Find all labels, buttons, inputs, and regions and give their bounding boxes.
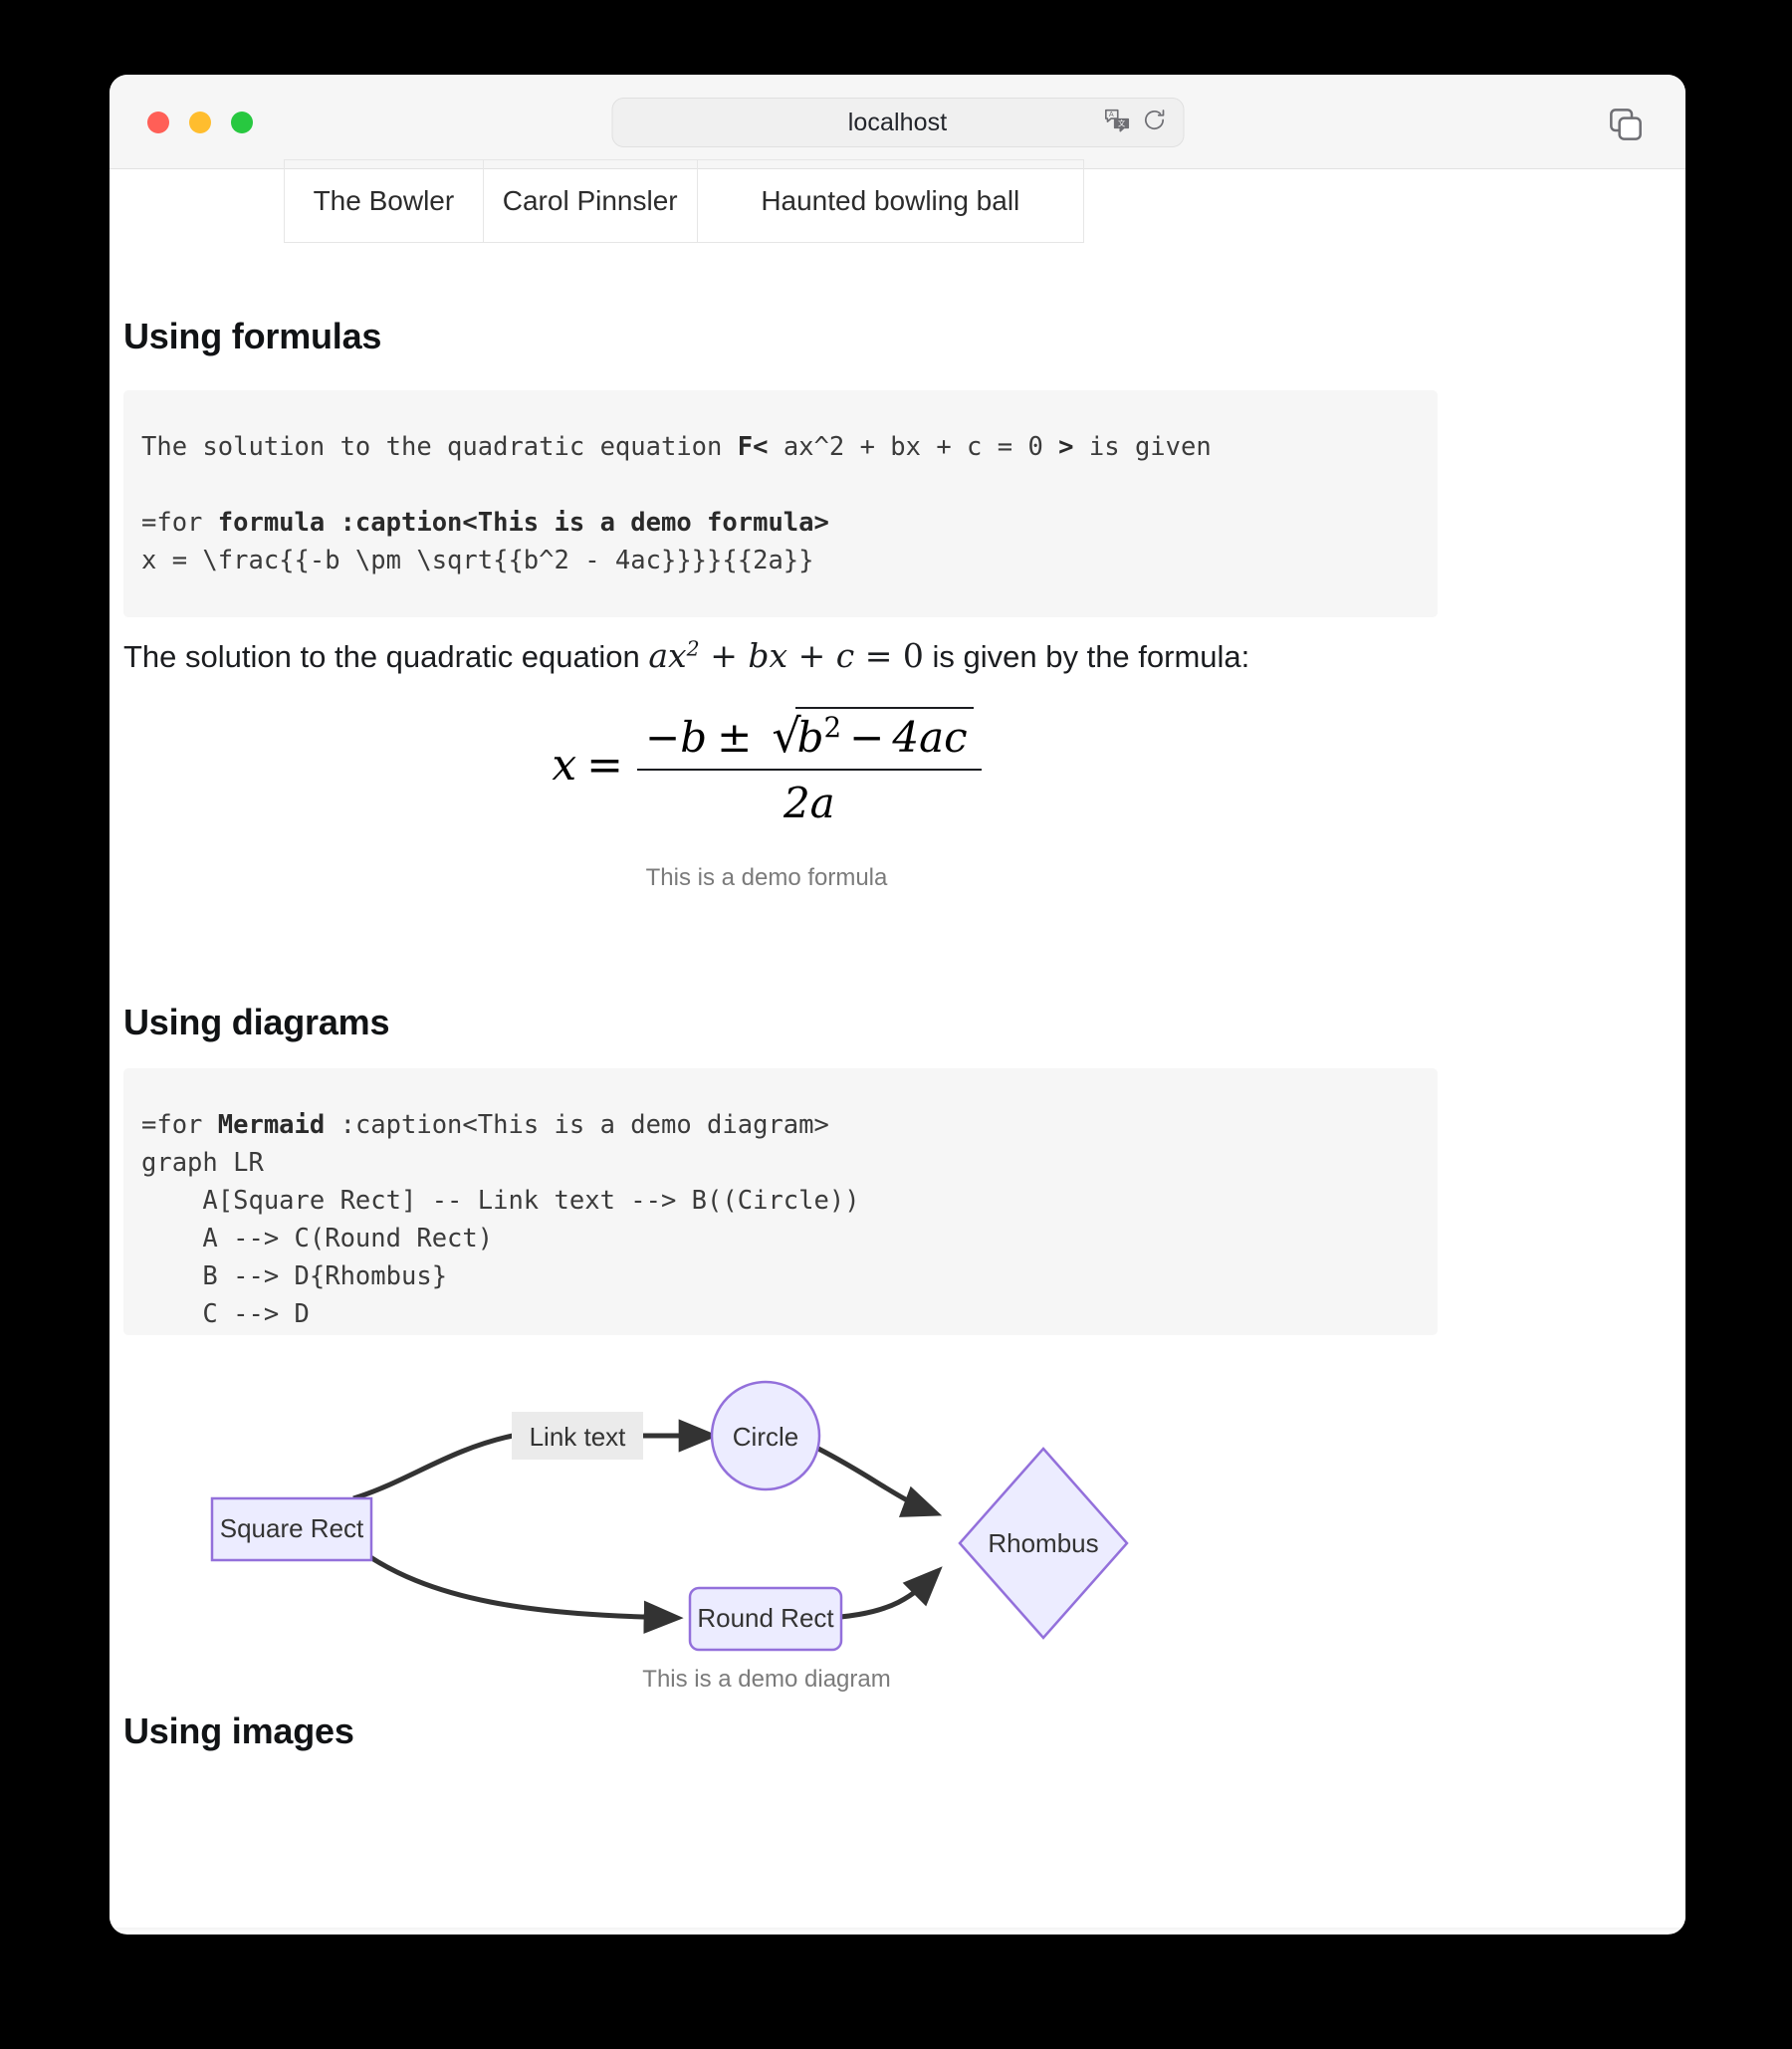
code-text: =for — [141, 508, 218, 538]
edge-label-text: Link text — [530, 1422, 627, 1452]
diagram-node-label: Round Rect — [697, 1603, 834, 1633]
formula-equals-sign: = — [586, 739, 624, 791]
formula-numerator: −b ± √b2−4ac — [637, 702, 982, 769]
formula-minus-b: −b — [645, 713, 708, 762]
code-text: =for — [141, 1110, 218, 1140]
code-text: C --> D — [141, 1299, 310, 1329]
table-row: The Bowler Carol Pinnsler Haunted bowlin… — [284, 159, 1085, 243]
paragraph-prefix: The solution to the quadratic equation — [123, 639, 649, 674]
address-bar-icons: A 文 — [1103, 107, 1167, 139]
inline-math-bx: bx — [748, 636, 788, 675]
formula-sqrt-b: b — [796, 713, 824, 762]
close-window-button[interactable] — [147, 112, 169, 133]
formula-sqrt: √b2−4ac — [772, 702, 974, 763]
bottom-scroll-shadow — [110, 1928, 1685, 1934]
minimize-window-button[interactable] — [189, 112, 211, 133]
table-fragment: The Bowler Carol Pinnsler Haunted bowlin… — [284, 159, 1085, 243]
url-text: localhost — [847, 108, 948, 136]
svg-text:A: A — [1108, 110, 1113, 118]
caption-formula: This is a demo formula — [645, 864, 888, 891]
table-cell-person: Carol Pinnsler — [482, 159, 698, 243]
heading-using-formulas: Using formulas — [123, 316, 382, 356]
reload-icon[interactable] — [1141, 108, 1167, 138]
address-bar[interactable]: localhost A 文 — [611, 98, 1184, 147]
code-bold-directive: formula :caption<This is a demo formula> — [217, 508, 829, 538]
edge-square-to-circle-left — [352, 1433, 514, 1501]
code-text: B --> D{Rhombus} — [141, 1261, 448, 1291]
formula-sqrt-minus: − — [849, 713, 885, 762]
code-bold-fclose: > — [1058, 432, 1074, 462]
diagram-edge-label: Link text — [512, 1412, 643, 1460]
edge-square-to-roundrect — [351, 1543, 684, 1634]
code-text: A[Square Rect] -- Link text --> B((Circl… — [141, 1186, 860, 1216]
inline-math-plus1: + — [710, 636, 738, 675]
browser-titlebar: localhost A 文 — [110, 75, 1685, 169]
formula-denominator: 2a — [783, 779, 835, 827]
table-cell-description: Haunted bowling ball — [696, 159, 1085, 243]
diagram-node-square-rect[interactable]: Square Rect — [210, 1496, 373, 1562]
heading-using-images: Using images — [123, 1710, 354, 1751]
code-text: ax^2 + bx + c = 0 — [768, 432, 1059, 462]
inline-math-plus2: + — [797, 636, 826, 675]
code-text: is given — [1073, 432, 1212, 462]
formula-lhs-x: x — [552, 739, 577, 791]
mermaid-diagram: Square Rect Circle Round Rect Rhombus Li… — [110, 1354, 1424, 1658]
diagram-node-label: Square Rect — [220, 1513, 364, 1543]
paragraph-suffix: is given by the formula: — [923, 639, 1250, 674]
code-text: graph LR — [141, 1148, 264, 1178]
mermaid-code-block: =for Mermaid :caption<This is a demo dia… — [123, 1068, 1438, 1335]
tabs-overview-icon[interactable] — [1606, 105, 1646, 144]
formula-sqrt-b-exponent: 2 — [823, 711, 842, 744]
table-cell-name: The Bowler — [284, 159, 484, 243]
diagram-node-circle[interactable]: Circle — [710, 1380, 821, 1491]
heading-using-diagrams: Using diagrams — [123, 1002, 390, 1042]
code-text: A --> C(Round Rect) — [141, 1224, 494, 1253]
page-content: The Bowler Carol Pinnsler Haunted bowlin… — [110, 159, 1685, 1934]
diagram-node-rhombus[interactable]: Rhombus — [958, 1447, 1129, 1640]
diagram-node-label: Circle — [733, 1422, 798, 1452]
formula-plus-minus: ± — [717, 713, 753, 762]
inline-math-c: c — [835, 636, 855, 675]
formula-code-block: The solution to the quadratic equation F… — [123, 390, 1438, 617]
formula-sqrt-4ac: 4ac — [892, 713, 968, 762]
maximize-window-button[interactable] — [231, 112, 253, 133]
browser-window: localhost A 文 The Bowler Carol Pinnsler … — [110, 75, 1685, 1935]
code-text: :caption<This is a demo diagram> — [325, 1110, 829, 1140]
inline-math-ax: ax — [648, 636, 687, 675]
inline-math-equals: = — [864, 636, 893, 675]
formula-sqrt-body: b2−4ac — [794, 707, 974, 762]
diagram-node-round-rect[interactable]: Round Rect — [688, 1586, 843, 1652]
inline-math-exponent: 2 — [686, 636, 700, 661]
svg-text:文: 文 — [1117, 119, 1124, 128]
code-bold-fopen: F< — [737, 432, 769, 462]
code-text: The solution to the quadratic equation — [141, 432, 738, 462]
window-controls — [147, 112, 253, 133]
code-text: x = \frac{{-b \pm \sqrt{{b^2 - 4ac}}}}{{… — [141, 546, 814, 575]
caption-diagram: This is a demo diagram — [642, 1666, 891, 1693]
paragraph-quadratic: The solution to the quadratic equation a… — [123, 634, 1249, 679]
diagram-node-label: Rhombus — [988, 1528, 1098, 1558]
code-bold-mermaid: Mermaid — [217, 1110, 326, 1140]
display-formula-quadratic: x = −b ± √b2−4ac 2a — [110, 700, 1424, 829]
inline-math-zero: 0 — [902, 636, 924, 675]
edge-circle-to-rhombus — [816, 1446, 943, 1517]
translate-icon[interactable]: A 文 — [1103, 107, 1131, 139]
formula-fraction: −b ± √b2−4ac 2a — [637, 702, 982, 827]
